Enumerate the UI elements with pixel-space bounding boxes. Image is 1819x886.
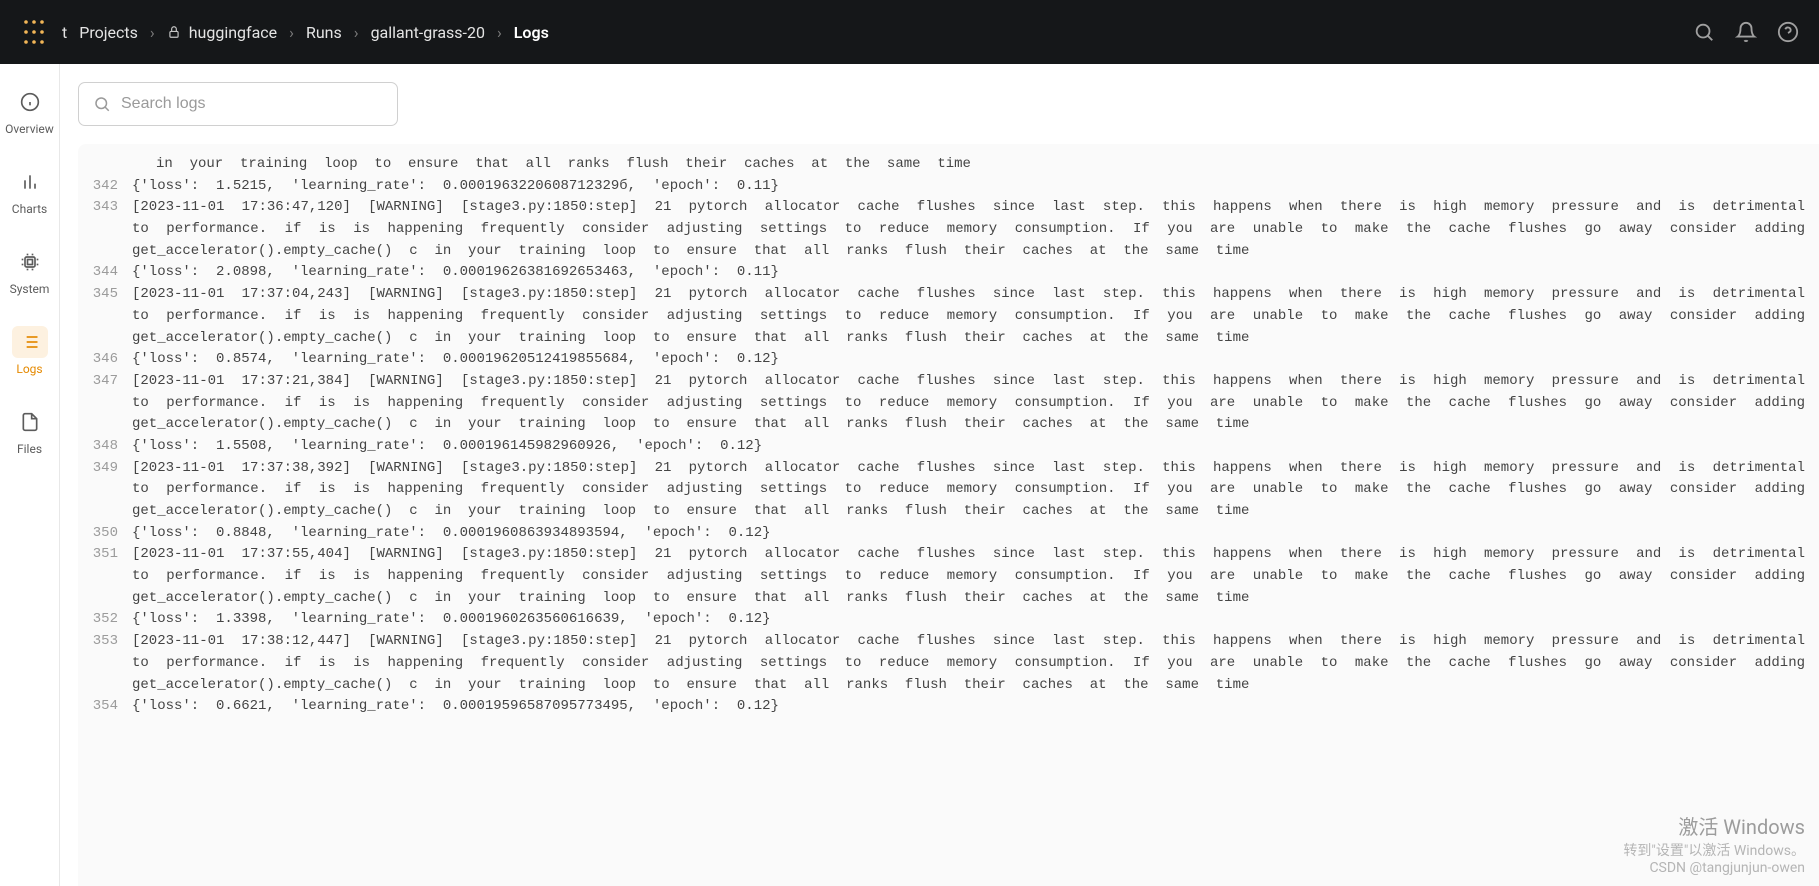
log-line-partial: in your training loop to ensure that all… (92, 154, 1805, 176)
log-text: {'loss': 1.5508, 'learning_rate': 0.0001… (132, 436, 1805, 458)
log-text: in your training loop to ensure that all… (132, 154, 1805, 176)
log-line: 353[2023-11-01 17:38:12,447] [WARNING] [… (92, 631, 1805, 696)
log-text: [2023-11-01 17:37:38,392] [WARNING] [sta… (132, 458, 1805, 523)
crumb-current: Logs (514, 23, 549, 42)
breadcrumb: t Projects › huggingface › Runs › gallan… (62, 23, 549, 42)
help-icon[interactable] (1777, 21, 1799, 43)
log-line: 351[2023-11-01 17:37:55,404] [WARNING] [… (92, 544, 1805, 609)
log-line: 344{'loss': 2.0898, 'learning_rate': 0.0… (92, 262, 1805, 284)
sidebar-item-label: Logs (16, 362, 42, 376)
log-text: {'loss': 0.8574, 'learning_rate': 0.0001… (132, 349, 1805, 371)
crumb-project[interactable]: huggingface (167, 23, 277, 42)
log-text: [2023-11-01 17:36:47,120] [WARNING] [sta… (132, 197, 1805, 262)
line-number: 348 (92, 436, 132, 458)
log-text: {'loss': 2.0898, 'learning_rate': 0.0001… (132, 262, 1805, 284)
lock-icon (167, 25, 181, 39)
chart-icon (20, 172, 40, 192)
chevron-right-icon: › (354, 23, 359, 42)
log-viewer[interactable]: in your training loop to ensure that all… (78, 144, 1819, 886)
log-line: 347[2023-11-01 17:37:21,384] [WARNING] [… (92, 371, 1805, 436)
sidebar-item-overview[interactable]: Overview (0, 82, 59, 140)
log-line: 352{'loss': 1.3398, 'learning_rate': 0.0… (92, 609, 1805, 631)
line-number: 347 (92, 371, 132, 393)
sidebar-item-label: System (10, 282, 50, 296)
crumb-run[interactable]: gallant-grass-20 (371, 23, 485, 42)
log-line: 345[2023-11-01 17:37:04,243] [WARNING] [… (92, 284, 1805, 349)
crumb-runs[interactable]: Runs (306, 23, 342, 42)
crumb-org[interactable]: t (62, 23, 67, 42)
sidebar-item-system[interactable]: System (0, 242, 59, 300)
log-text: [2023-11-01 17:38:12,447] [WARNING] [sta… (132, 631, 1805, 696)
chevron-right-icon: › (497, 23, 502, 42)
log-text: [2023-11-01 17:37:04,243] [WARNING] [sta… (132, 284, 1805, 349)
crumb-project-label: huggingface (189, 23, 277, 42)
search-icon[interactable] (1693, 21, 1715, 43)
line-number: 350 (92, 523, 132, 545)
log-line: 342{'loss': 1.5215, 'learning_rate': 0.0… (92, 176, 1805, 198)
log-line: 343[2023-11-01 17:36:47,120] [WARNING] [… (92, 197, 1805, 262)
sidebar-item-label: Overview (5, 122, 54, 136)
logo[interactable] (20, 18, 48, 46)
line-number: 354 (92, 696, 132, 718)
topbar: t Projects › huggingface › Runs › gallan… (0, 0, 1819, 64)
crumb-projects[interactable]: Projects (79, 23, 138, 42)
line-number: 351 (92, 544, 132, 566)
log-text: {'loss': 0.8848, 'learning_rate': 0.0001… (132, 523, 1805, 545)
log-text: {'loss': 1.3398, 'learning_rate': 0.0001… (132, 609, 1805, 631)
sidebar-item-files[interactable]: Files (0, 402, 59, 460)
line-number: 352 (92, 609, 132, 631)
log-text: {'loss': 1.5215, 'learning_rate': 0.0001… (132, 176, 1805, 198)
log-line: 350{'loss': 0.8848, 'learning_rate': 0.0… (92, 523, 1805, 545)
main: in your training loop to ensure that all… (60, 64, 1819, 886)
sidebar: Overview Charts System Logs Files (0, 64, 60, 886)
log-line: 346{'loss': 0.8574, 'learning_rate': 0.0… (92, 349, 1805, 371)
sidebar-item-label: Files (17, 442, 42, 456)
line-number: 349 (92, 458, 132, 480)
log-text: [2023-11-01 17:37:55,404] [WARNING] [sta… (132, 544, 1805, 609)
list-icon (20, 332, 40, 352)
log-line: 354{'loss': 0.6621, 'learning_rate': 0.0… (92, 696, 1805, 718)
chevron-right-icon: › (289, 23, 294, 42)
search-input[interactable] (121, 95, 383, 113)
info-icon (20, 92, 40, 112)
line-number: 345 (92, 284, 132, 306)
sidebar-item-label: Charts (12, 202, 47, 216)
log-text: {'loss': 0.6621, 'learning_rate': 0.0001… (132, 696, 1805, 718)
sidebar-item-charts[interactable]: Charts (0, 162, 59, 220)
sidebar-item-logs[interactable]: Logs (0, 322, 59, 380)
log-line: 348{'loss': 1.5508, 'learning_rate': 0.0… (92, 436, 1805, 458)
line-number: 343 (92, 197, 132, 219)
search-logs[interactable] (78, 82, 398, 126)
file-icon (20, 412, 40, 432)
line-number: 346 (92, 349, 132, 371)
line-number: 353 (92, 631, 132, 653)
line-number: 342 (92, 176, 132, 198)
line-number: 344 (92, 262, 132, 284)
log-line: 349[2023-11-01 17:37:38,392] [WARNING] [… (92, 458, 1805, 523)
search-icon (93, 95, 111, 113)
bell-icon[interactable] (1735, 21, 1757, 43)
cpu-icon (20, 252, 40, 272)
chevron-right-icon: › (150, 23, 155, 42)
log-text: [2023-11-01 17:37:21,384] [WARNING] [sta… (132, 371, 1805, 436)
